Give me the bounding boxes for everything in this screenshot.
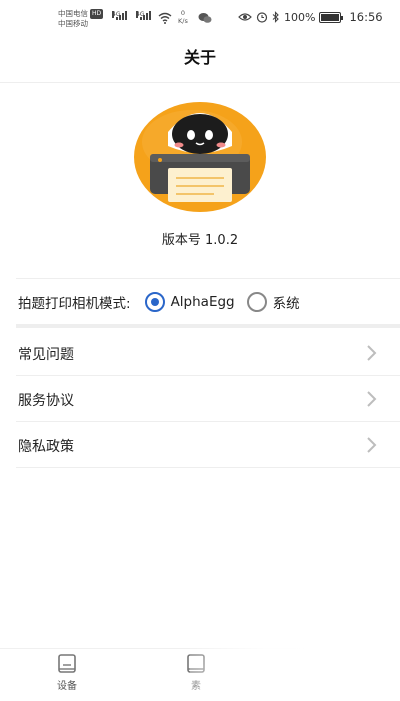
tab-device-label: 设备: [57, 681, 77, 692]
network-speed: 0 K/s: [178, 9, 188, 25]
chevron-right-icon: [367, 437, 377, 453]
divider: [16, 278, 400, 279]
radio-selected-icon[interactable]: [144, 292, 165, 312]
camera-mode-label: 拍题打印相机模式:: [18, 296, 131, 312]
app-logo: [134, 102, 266, 212]
radio-unselected-icon[interactable]: [246, 292, 267, 312]
radio-alphaegg[interactable]: AlphaEgg: [144, 292, 235, 312]
system-icons: 100% 16:56: [238, 10, 383, 24]
eye-icon: [238, 13, 252, 21]
section-divider: [16, 324, 400, 328]
menu-item-service-agreement[interactable]: 服务协议: [16, 376, 400, 422]
chevron-right-icon: [367, 345, 377, 361]
signal-icon: 4G: [112, 11, 127, 20]
wifi-icon: [158, 12, 172, 24]
carrier-info: 中国电信 HD 中国移动: [58, 9, 104, 29]
battery-percent: 100%: [284, 10, 316, 24]
menu-item-privacy-policy[interactable]: 隐私政策: [16, 422, 400, 468]
signal-icon-2: 4G: [136, 11, 151, 20]
overlay-fade: [190, 632, 400, 700]
network-type-1: 4G: [112, 11, 121, 18]
speed-unit: K/s: [178, 17, 188, 25]
alarm-icon: [256, 12, 268, 23]
clock: 16:56: [349, 10, 383, 24]
radio-system[interactable]: 系统: [246, 292, 300, 312]
hd-badge: HD: [90, 9, 104, 19]
status-bar: 中国电信 HD 中国移动 4G 4G 0 K/s 100% 16:56: [0, 0, 400, 36]
menu-item-faq[interactable]: 常见问题: [16, 330, 400, 376]
carrier-1: 中国电信: [58, 9, 88, 18]
page-title: 关于: [183, 48, 216, 67]
battery-icon: [319, 11, 344, 23]
menu-item-label: 隐私政策: [18, 439, 74, 455]
title-bar: 关于: [0, 36, 400, 83]
menu-item-label: 服务协议: [18, 393, 74, 409]
radio-alphaegg-label: AlphaEgg: [170, 294, 235, 310]
menu-item-label: 常见问题: [18, 347, 74, 363]
tab-device[interactable]: 设备: [37, 653, 97, 699]
speed-value: 0: [180, 9, 185, 17]
carrier-2: 中国移动: [58, 19, 88, 28]
radio-system-label: 系统: [272, 296, 300, 312]
network-type-2: 4G: [136, 11, 145, 18]
wechat-icon: [198, 13, 212, 23]
camera-mode-row: 拍题打印相机模式: AlphaEgg 系统: [18, 290, 390, 314]
device-icon: [58, 654, 76, 673]
app-version: 版本号 1.0.2: [161, 233, 239, 248]
chevron-right-icon: [367, 391, 377, 407]
bluetooth-icon: [272, 11, 279, 23]
